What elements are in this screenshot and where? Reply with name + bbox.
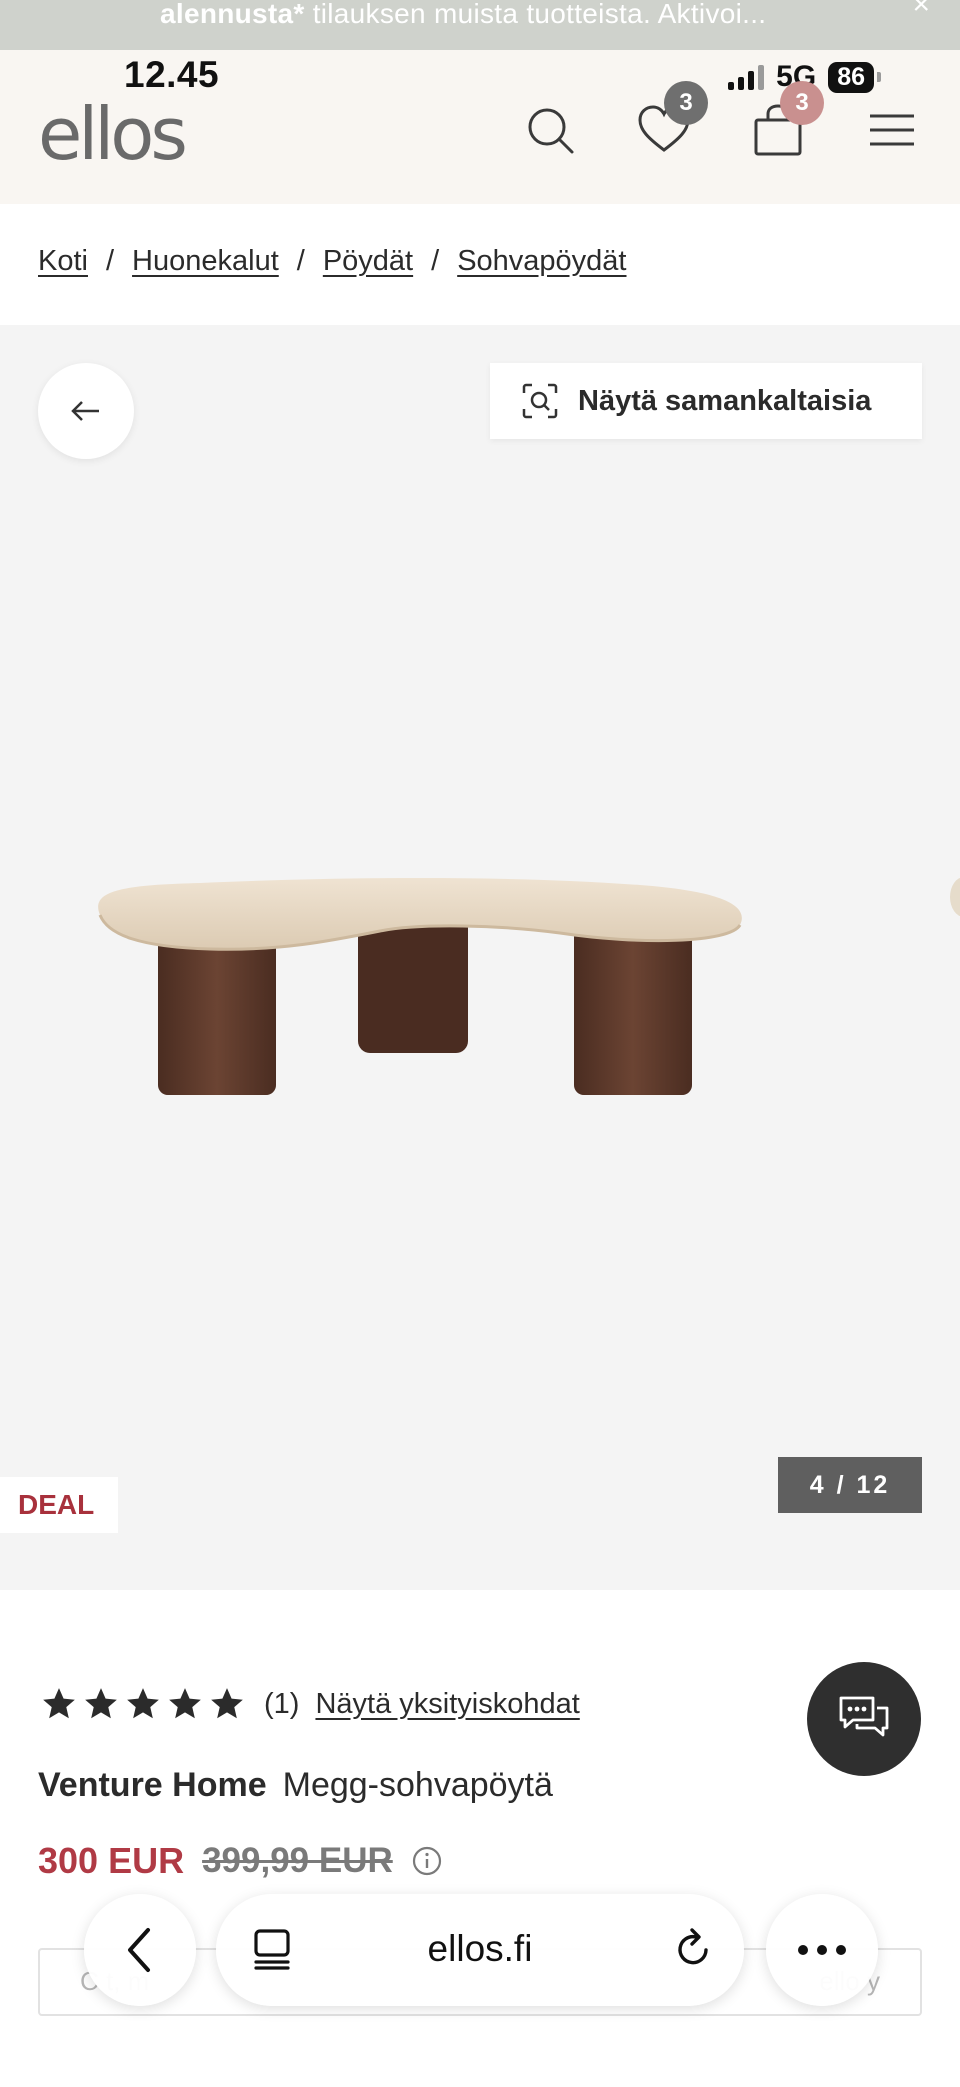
breadcrumb-separator: /: [431, 245, 440, 277]
cart-count-badge: 3: [780, 81, 824, 125]
image-counter: 4 / 12: [778, 1457, 922, 1513]
search-icon[interactable]: [520, 100, 580, 160]
back-chevron-icon: [128, 1928, 150, 1972]
more-button[interactable]: [766, 1894, 878, 2006]
status-time: 12.45: [124, 54, 220, 95]
star-icon: [127, 1688, 159, 1719]
show-similar-button[interactable]: Näytä samankaltaisia: [490, 363, 922, 439]
reload-icon[interactable]: [670, 1926, 716, 1972]
product-image: [98, 878, 742, 1095]
star-icon: [85, 1688, 117, 1719]
close-icon[interactable]: ×: [912, 0, 930, 22]
show-details-link[interactable]: Näytä yksityiskohdat: [315, 1688, 579, 1721]
sale-price: 300 EUR: [38, 1840, 185, 1881]
ellos-logo[interactable]: ellos: [38, 92, 188, 176]
menu-icon[interactable]: [862, 100, 922, 160]
wishlist-count-badge: 3: [664, 81, 708, 125]
breadcrumb-item-poydat[interactable]: Pöydät: [323, 245, 413, 278]
rating-stars: [40, 1685, 246, 1723]
breadcrumb-item-koti[interactable]: Koti: [38, 245, 88, 278]
chat-button[interactable]: [807, 1662, 921, 1776]
site-header: 12.45 5G 86 ellos 3 3: [0, 50, 960, 204]
product-price: 300 EUR 399,99 EUR: [38, 1840, 443, 1882]
deal-badge: DEAL: [0, 1477, 118, 1533]
next-image-peek[interactable]: [950, 877, 960, 917]
arrow-left-icon: [71, 401, 99, 421]
product-name: Megg-sohvapöytä: [282, 1766, 553, 1804]
show-similar-label: Näytä samankaltaisia: [578, 384, 872, 417]
breadcrumb-item-huonekalut[interactable]: Huonekalut: [132, 245, 279, 278]
review-count: (1): [264, 1687, 300, 1720]
info-icon[interactable]: [411, 1845, 443, 1877]
product-title: Venture Home Megg-sohvapöytä: [38, 1766, 553, 1805]
original-price: 399,99 EUR: [202, 1841, 393, 1880]
breadcrumb-item-sohvapoydat[interactable]: Sohvapöydät: [457, 245, 626, 278]
breadcrumb-separator: /: [296, 245, 305, 277]
battery-level: 86: [828, 61, 881, 93]
breadcrumb-separator: /: [105, 245, 115, 277]
promo-text: alennusta* tilauksen muista tuotteista. …: [160, 0, 767, 29]
visual-search-icon: [522, 383, 558, 419]
promo-banner[interactable]: alennusta* tilauksen muista tuotteista. …: [0, 0, 960, 50]
product-gallery[interactable]: Näytä samankaltaisia DEAL 4 / 12: [0, 325, 960, 1590]
product-rating: (1) Näytä yksityiskohdat: [40, 1685, 580, 1723]
more-icon: [798, 1945, 846, 1955]
chat-icon: [839, 1696, 889, 1737]
product-brand[interactable]: Venture Home: [38, 1766, 267, 1804]
star-icon: [43, 1688, 75, 1719]
url-text: ellos.fi: [427, 1928, 533, 1969]
star-icon: [211, 1688, 243, 1719]
breadcrumb: Koti / Huonekalut / Pöydät / Sohvapöydät: [38, 245, 627, 278]
signal-icon: [728, 64, 765, 90]
address-bar[interactable]: ellos.fi: [216, 1894, 744, 2006]
star-icon: [169, 1688, 201, 1719]
browser-back-button[interactable]: [84, 1894, 196, 2006]
gallery-back-button[interactable]: [38, 363, 134, 459]
